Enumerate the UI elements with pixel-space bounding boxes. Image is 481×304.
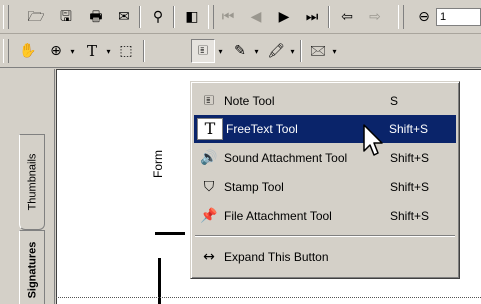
- note-icon: 🗉: [203, 93, 215, 109]
- stamp-icon: ⛉: [203, 179, 215, 195]
- tab-thumbnails-label: Thumbnails: [26, 153, 39, 211]
- mouse-pointer-icon: [363, 124, 383, 156]
- menu-item-shortcut: Shift+S: [390, 151, 430, 165]
- go-back-icon[interactable]: ⇦: [335, 5, 359, 29]
- hand-tool-icon[interactable]: ✋: [16, 39, 40, 63]
- chevron-down-icon[interactable]: ▾: [104, 39, 113, 63]
- toolbar-grip[interactable]: [3, 39, 9, 63]
- navigation-pane: Thumbnails Signatures: [0, 69, 55, 304]
- expand-arrows-icon: ↔: [203, 249, 215, 265]
- tab-thumbnails[interactable]: Thumbnails: [19, 134, 45, 230]
- menu-item-shortcut: Shift+S: [390, 209, 430, 223]
- zoom-out-icon[interactable]: ⊖: [412, 5, 436, 29]
- next-page-icon[interactable]: ▶: [272, 5, 296, 29]
- open-icon[interactable]: 🗁: [24, 5, 48, 29]
- menu-item-note-tool[interactable]: 🗉 Note Tool S: [194, 87, 456, 115]
- note-tool-icon[interactable]: 🗉: [191, 39, 215, 63]
- first-page-icon[interactable]: ⏮: [216, 5, 240, 29]
- menu-item-shortcut: Shift+S: [390, 180, 430, 194]
- chevron-down-icon[interactable]: ▾: [68, 39, 77, 63]
- toolbar-separator: [300, 40, 302, 62]
- tools-toolbar: ✋ ⊕ ▾ T ▾ ⬚ 🗉 ▾ ✎ ▾ 🖍 ▾ 🖂 ▾: [0, 34, 481, 68]
- form-label: Form: [151, 150, 165, 178]
- menu-item-label: Note Tool: [224, 94, 275, 108]
- digital-signature-tool-icon[interactable]: 🖂: [306, 39, 330, 63]
- menu-item-expand-button[interactable]: ↔ Expand This Button: [194, 243, 456, 271]
- menu-item-shortcut: Shift+S: [389, 122, 429, 136]
- toolbar-grip[interactable]: [208, 5, 214, 29]
- speaker-icon: 🔊: [200, 150, 218, 166]
- pencil-tool-icon[interactable]: ✎: [228, 39, 252, 63]
- toolbar-separator: [328, 6, 330, 28]
- email-icon[interactable]: ✉: [112, 5, 136, 29]
- toolbar-grip[interactable]: [398, 5, 404, 29]
- menu-item-freetext-tool[interactable]: T FreeText Tool Shift+S: [194, 115, 456, 143]
- page-boundary: [56, 297, 481, 298]
- menu-item-sound-attachment-tool[interactable]: 🔊 Sound Attachment Tool Shift+S: [194, 144, 456, 172]
- menu-item-stamp-tool[interactable]: ⛉ Stamp Tool Shift+S: [194, 173, 456, 201]
- zoom-field[interactable]: 1: [436, 8, 481, 26]
- last-page-icon[interactable]: ⏭: [300, 5, 324, 29]
- menu-item-label: File Attachment Tool: [224, 209, 332, 223]
- zoom-in-tool-icon[interactable]: ⊕: [44, 39, 68, 63]
- find-icon[interactable]: ⚲: [146, 5, 170, 29]
- graphics-select-tool-icon[interactable]: ⬚: [114, 39, 138, 63]
- file-toolbar: 🗁 🖫 🖶 ✉ ⚲ ◧ ⏮ ◀ ▶ ⏭ ⇦ ⇨ ⊖ 1: [0, 0, 481, 34]
- chevron-down-icon[interactable]: ▾: [330, 39, 339, 63]
- toolbar-separator: [143, 40, 145, 62]
- text-select-tool-icon[interactable]: T: [80, 39, 104, 63]
- highlighter-tool-icon[interactable]: 🖍: [264, 39, 288, 63]
- save-icon[interactable]: 🖫: [54, 5, 78, 29]
- tab-signatures[interactable]: Signatures: [19, 230, 45, 304]
- previous-page-icon[interactable]: ◀: [244, 5, 268, 29]
- toolbar-separator: [139, 6, 141, 28]
- go-forward-icon[interactable]: ⇨: [363, 5, 387, 29]
- tab-signatures-label: Signatures: [26, 241, 39, 299]
- chevron-down-icon[interactable]: ▾: [216, 39, 225, 63]
- toolbar-grip[interactable]: [3, 5, 9, 29]
- toolbar-separator: [173, 6, 175, 28]
- menu-item-label: Expand This Button: [224, 250, 329, 264]
- menu-item-file-attachment-tool[interactable]: 📌 File Attachment Tool Shift+S: [194, 202, 456, 230]
- form-rule: [155, 232, 185, 235]
- show-navigation-pane-icon[interactable]: ◧: [180, 5, 204, 29]
- menu-item-label: Stamp Tool: [224, 180, 284, 194]
- print-icon[interactable]: 🖶: [84, 5, 108, 29]
- chevron-down-icon[interactable]: ▾: [252, 39, 261, 63]
- pushpin-icon: 📌: [200, 208, 218, 224]
- annotation-tools-menu: 🗉 Note Tool S T FreeText Tool Shift+S 🔊 …: [190, 81, 460, 279]
- menu-separator: [195, 235, 455, 237]
- chevron-down-icon[interactable]: ▾: [288, 39, 297, 63]
- free-text-icon: T: [197, 118, 223, 140]
- menu-item-shortcut: S: [390, 94, 399, 108]
